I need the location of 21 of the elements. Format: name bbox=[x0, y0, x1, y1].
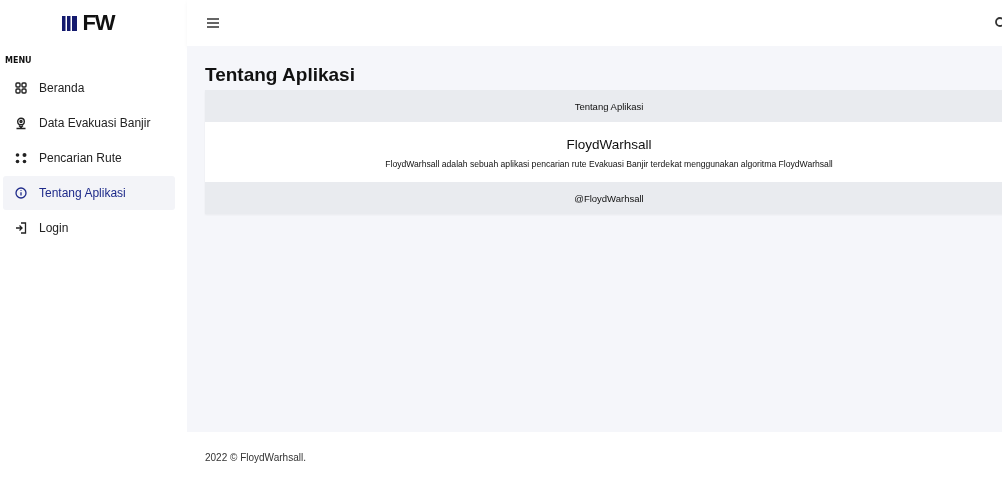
sidebar-item[interactable]: Beranda bbox=[3, 71, 175, 105]
card-header: Tentang Aplikasi bbox=[205, 90, 1002, 122]
sidebar-item[interactable]: Login bbox=[3, 211, 175, 245]
card-footer: @FloydWarhsall bbox=[205, 182, 1002, 214]
grid-icon bbox=[15, 82, 27, 94]
brand-logo: FW bbox=[82, 10, 115, 36]
sidebar-item[interactable]: Tentang Aplikasi bbox=[3, 176, 175, 210]
menu-heading: MENU bbox=[4, 56, 33, 65]
card-text: FloydWarhsall adalah sebuah aplikasi pencarian rute Evakuasi Banjir terdekat menggunakan algoritma FloydWarhsall bbox=[385, 159, 833, 169]
sidebar-item[interactable]: Data Evakuasi Banjir bbox=[3, 106, 175, 140]
menu-icon[interactable] bbox=[207, 18, 219, 28]
info-icon bbox=[15, 187, 27, 199]
card-title: FloydWarhsall bbox=[566, 137, 652, 152]
route-icon bbox=[15, 152, 27, 164]
logo-bars-icon bbox=[62, 15, 80, 31]
page-title: Tentang Aplikasi bbox=[205, 64, 356, 86]
login-icon bbox=[15, 222, 27, 234]
sidebar-item[interactable]: Pencarian Rute bbox=[3, 141, 175, 175]
copyright-text: 2022 © FloydWarhsall. bbox=[205, 452, 306, 463]
location-pin-icon bbox=[15, 116, 27, 130]
search-icon[interactable] bbox=[994, 17, 1002, 29]
